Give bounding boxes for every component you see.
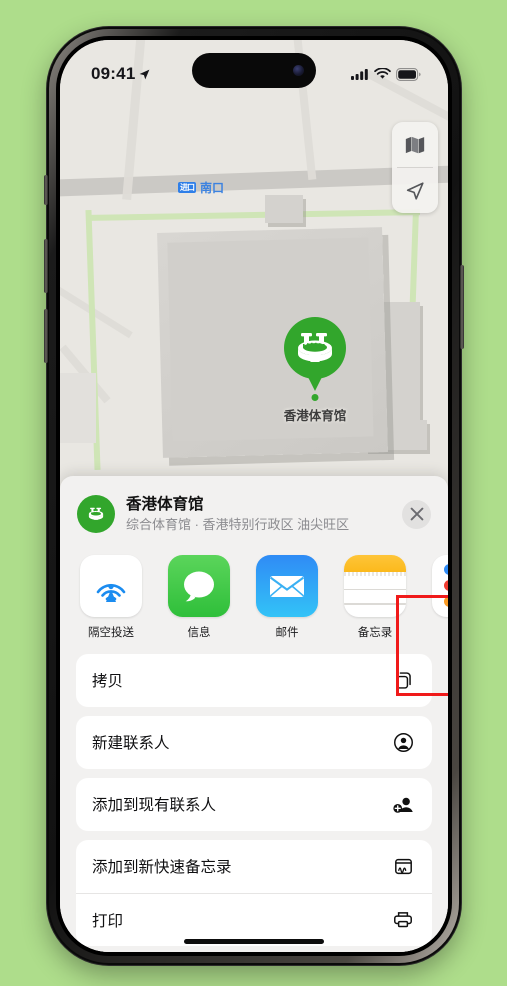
action-card: 添加到新快速备忘录 打印: [76, 839, 432, 946]
map-pin-group[interactable]: 香港体育馆: [265, 317, 365, 424]
page-subtitle: 综合体育馆 · 香港特别行政区 油尖旺区: [126, 516, 350, 532]
dynamic-island: [192, 53, 316, 88]
action-label: 添加到新快速备忘录: [92, 859, 232, 877]
status-indicators: [351, 67, 421, 81]
map-building: [60, 373, 96, 443]
location-arrow-icon: [140, 69, 150, 79]
share-app-reminders[interactable]: 提: [432, 554, 448, 640]
share-app-label: 备忘录: [357, 626, 393, 639]
avatar: [77, 495, 115, 534]
action-label: 添加到现有联系人: [92, 797, 217, 815]
mail-icon: [256, 554, 318, 617]
entry-badge: 进口: [178, 181, 196, 194]
share-app-label: 邮件: [275, 626, 299, 639]
front-camera-icon: [293, 65, 304, 76]
volume-down-button[interactable]: [44, 309, 48, 363]
stadium-icon: [88, 508, 104, 521]
notes-icon: [344, 554, 406, 617]
action-row-new-contact[interactable]: 新建联系人: [76, 716, 432, 769]
battery-icon: [396, 67, 421, 81]
stadium-icon: [298, 333, 332, 362]
share-app-label: 提: [432, 624, 448, 640]
map-road: [60, 268, 133, 339]
share-sheet-titles: 香港体育馆 综合体育馆 · 香港特别行政区 油尖旺区: [126, 495, 391, 534]
entry-label-text: 南口: [200, 181, 225, 195]
action-card: 拷贝: [76, 653, 432, 707]
map-building: [265, 195, 303, 223]
folded-map-icon: [405, 136, 425, 153]
navigation-arrow-icon: [406, 181, 424, 200]
action-label: 打印: [92, 912, 124, 930]
copy-icon: [390, 670, 416, 691]
share-app-airdrop[interactable]: 隔空投送: [80, 554, 142, 640]
signal-bars-icon: [351, 69, 368, 80]
page-title: 香港体育馆: [126, 496, 204, 513]
map-road: [60, 163, 448, 198]
map-entry-label: 进口 南口: [178, 179, 224, 196]
close-icon: [410, 508, 423, 521]
action-card: 新建联系人: [76, 715, 432, 769]
share-app-notes[interactable]: 备忘录: [344, 554, 406, 640]
action-row-print[interactable]: 打印: [76, 892, 432, 946]
phone-screen: 进口 南口 香港体育馆 09:41 香港体育馆 综合体育馆 · 香港特别行政区 …: [60, 40, 448, 952]
reminders-dot-blue: [444, 564, 448, 576]
action-card: 添加到现有联系人: [76, 777, 432, 831]
action-label: 新建联系人: [92, 735, 170, 753]
share-app-mail[interactable]: 邮件: [256, 554, 318, 640]
share-app-label: 信息: [187, 626, 211, 639]
map-pin-anchor-dot: [311, 394, 319, 401]
notes-icon-header: [344, 554, 406, 572]
action-label: 拷贝: [92, 673, 124, 691]
quick-note-icon: [390, 856, 416, 877]
action-row-copy[interactable]: 拷贝: [76, 654, 432, 707]
home-indicator[interactable]: [184, 939, 324, 944]
reminders-dot-orange: [444, 596, 448, 608]
power-button[interactable]: [460, 265, 464, 349]
share-apps-row[interactable]: 隔空投送 信息 邮件 备忘录: [60, 549, 448, 646]
share-sheet-header: 香港体育馆 综合体育馆 · 香港特别行政区 油尖旺区: [60, 476, 448, 549]
printer-icon: [390, 909, 416, 930]
status-time-group: 09:41: [91, 64, 151, 84]
person-add-icon: [390, 794, 416, 815]
share-sheet: 香港体育馆 综合体育馆 · 香港特别行政区 油尖旺区 隔空投送 信息 邮件 备忘…: [60, 476, 448, 952]
volume-up-button[interactable]: [44, 239, 48, 293]
wifi-icon: [374, 68, 391, 79]
action-row-add-existing-contact[interactable]: 添加到现有联系人: [76, 778, 432, 831]
reminders-dot-red: [444, 580, 448, 592]
map-greenway: [89, 209, 421, 221]
airdrop-icon: [80, 554, 142, 617]
share-app-messages[interactable]: 信息: [168, 554, 230, 640]
map-pin[interactable]: [284, 317, 346, 379]
share-actions-list: 拷贝 新建联系人 添加到现有联系人 添加到新快速备忘录 打印: [60, 646, 448, 946]
messages-icon: [168, 554, 230, 617]
silent-switch[interactable]: [44, 175, 48, 205]
map-type-button[interactable]: [392, 122, 438, 167]
action-row-new-quick-note[interactable]: 添加到新快速备忘录: [76, 840, 432, 893]
phone-frame: 进口 南口 香港体育馆 09:41 香港体育馆 综合体育馆 · 香港特别行政区 …: [44, 27, 464, 965]
locate-me-button[interactable]: [392, 168, 438, 213]
status-time-text: 09:41: [91, 64, 136, 83]
share-app-label: 隔空投送: [88, 626, 134, 639]
close-button[interactable]: [402, 499, 431, 529]
person-circle-icon: [390, 732, 416, 753]
reminders-icon: [432, 554, 448, 617]
map-controls[interactable]: [392, 122, 438, 213]
map-pin-label: 香港体育馆: [283, 409, 347, 423]
